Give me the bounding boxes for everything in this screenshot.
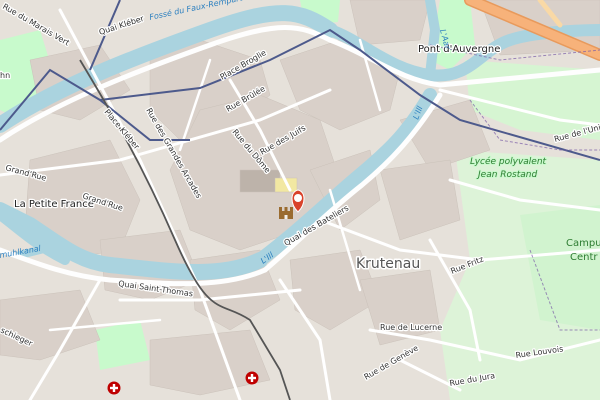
place-label-pont-auvergne: Pont d'Auvergne	[418, 44, 500, 55]
district-label-krutenau: Krutenau	[356, 256, 420, 272]
place-label-petite-france: La Petite France	[14, 199, 94, 210]
map-view[interactable]: Krutenau La Petite France Pont d'Auvergn…	[0, 0, 600, 400]
school-label: Lycée polyvalent	[470, 156, 547, 167]
hospital-cross-icon[interactable]	[107, 381, 121, 395]
map-canvas[interactable]: Krutenau La Petite France Pont d'Auvergn…	[0, 0, 600, 400]
school-label-line2: Jean Rostand	[476, 170, 537, 180]
street-label-edge-left: hn	[0, 71, 10, 80]
place-label-campus: Campu	[566, 238, 600, 249]
place-label-campus-line2: Centr	[570, 252, 598, 263]
hospital-cross-icon[interactable]	[245, 371, 259, 385]
street-label-rue-lucerne: Rue de Lucerne	[380, 323, 442, 332]
castle-icon[interactable]	[279, 207, 293, 219]
